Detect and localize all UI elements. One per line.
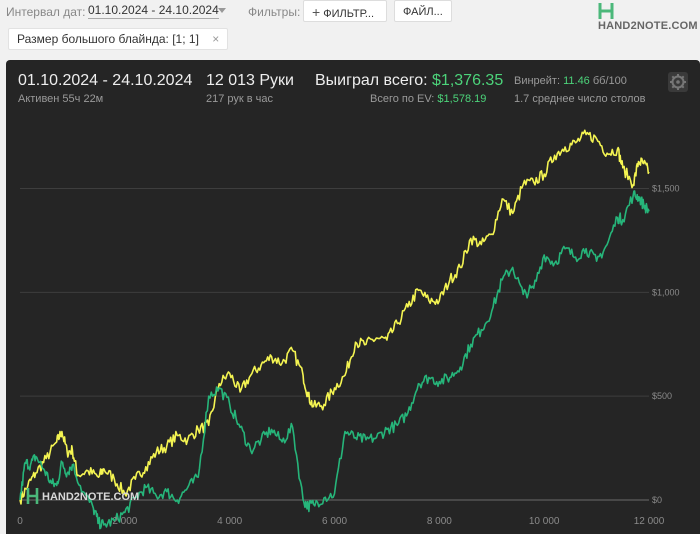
files-label: ФАЙЛ...: [403, 6, 443, 18]
winnings-chart: $0 $500 $1,000 $1,500 0 2 000 4 000 6 000 8 000 1…: [17, 129, 680, 530]
x-tick-label: 8 000: [427, 516, 452, 527]
filter-chip-label: Размер большого блайнда: [1; 1]: [17, 32, 199, 46]
hand2note-logo-icon: [26, 488, 39, 504]
filters-label: Фильтры:: [248, 5, 301, 19]
filter-chip[interactable]: Размер большого блайнда: [1; 1] ×: [8, 28, 229, 50]
date-interval-label: Интервал дат:: [6, 5, 86, 19]
x-tick-label: 10 000: [529, 516, 560, 527]
watermark-text: HAND2NOTE.COM: [42, 491, 139, 503]
x-tick-label: 0: [17, 516, 23, 527]
y-tick-label: $1,500: [652, 184, 680, 194]
close-icon[interactable]: ×: [212, 32, 219, 46]
y-tick-label: $0: [652, 495, 662, 505]
x-tick-label: 2 000: [112, 516, 137, 527]
chevron-down-icon[interactable]: [218, 8, 226, 13]
add-filter-button[interactable]: + ФИЛЬТР...: [303, 0, 387, 22]
add-filter-label: ФИЛЬТР...: [323, 8, 375, 20]
graph-panel: 01.10.2024 - 24.10.2024 Активен 55ч 22м …: [6, 60, 700, 534]
files-button[interactable]: ФАЙЛ...: [394, 0, 452, 22]
brand-name: HAND2NOTE.COM: [598, 20, 698, 32]
brand-logo: HAND2NOTE.COM: [598, 2, 700, 32]
x-tick-label: 6 000: [322, 516, 347, 527]
y-tick-label: $500: [652, 391, 672, 401]
hand2note-logo-icon: [598, 3, 614, 19]
series-line-ev: [19, 129, 650, 505]
x-tick-label: 12 000: [634, 516, 665, 527]
chart-watermark: HAND2NOTE.COM: [26, 488, 139, 504]
filters-bar: Интервал дат: 01.10.2024 - 24.10.2024 Фи…: [0, 0, 700, 32]
date-range-input[interactable]: 01.10.2024 - 24.10.2024: [88, 3, 219, 19]
y-tick-label: $1,000: [652, 287, 680, 297]
plus-icon: +: [312, 4, 321, 20]
x-tick-label: 4 000: [217, 516, 242, 527]
